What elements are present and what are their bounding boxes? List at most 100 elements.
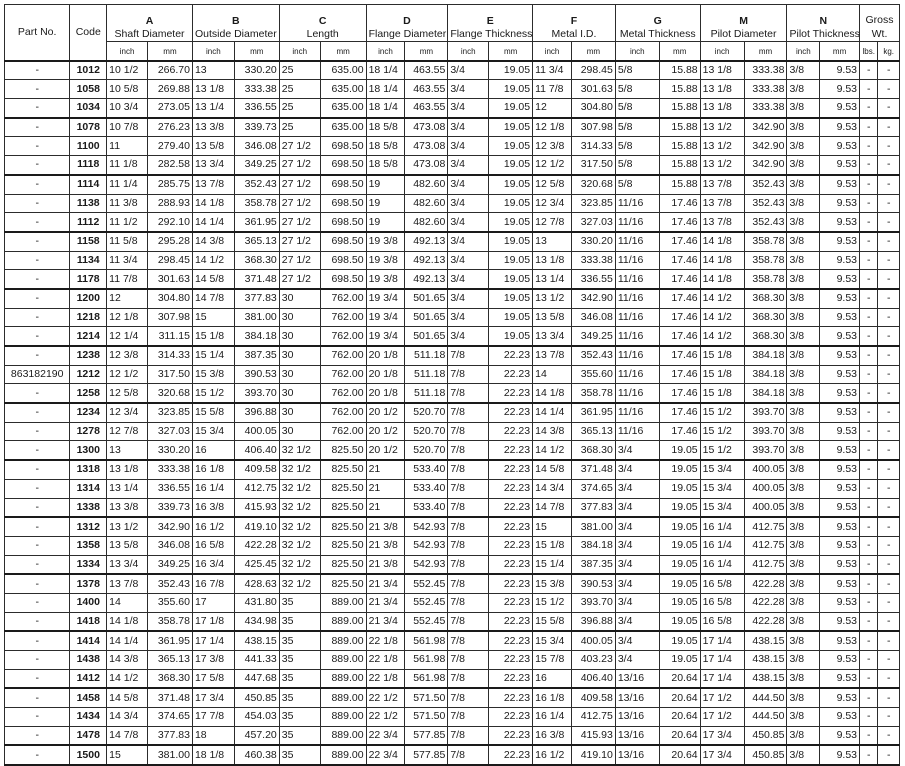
mm-cell: 377.83 bbox=[570, 497, 616, 518]
inch-cell: 15 1/2 bbox=[699, 402, 745, 423]
inch-cell: 17 3/4 bbox=[699, 725, 745, 746]
unit-label: inch bbox=[532, 40, 572, 62]
inch-cell: 3/4 bbox=[447, 269, 490, 290]
weight-cell: - bbox=[859, 650, 879, 670]
inch-cell: 13 7/8 bbox=[106, 573, 148, 594]
inch-cell: 13 1/8 bbox=[106, 459, 148, 480]
inch-cell: 15 3/4 bbox=[191, 421, 235, 442]
inch-cell: 14 1/2 bbox=[699, 307, 745, 328]
inch-cell: 19 3/8 bbox=[365, 250, 406, 271]
mm-cell: 9.53 bbox=[819, 459, 861, 480]
spec-table-container: Part No. Code A Shaft Diameter B Outside D… bbox=[3, 3, 900, 766]
inch-cell: 13/16 bbox=[614, 707, 660, 727]
table-row: -1334 13 3/4 349.25 16 3/4 425.45 32 1/2 825.5… bbox=[3, 554, 900, 575]
mm-cell: 298.45 bbox=[147, 250, 193, 271]
header-part-no: Part No. bbox=[3, 3, 71, 62]
inch-cell: 16 5/8 bbox=[699, 573, 745, 594]
header-gross-weight: Gross Wt. bbox=[859, 4, 900, 42]
mm-cell: 825.50 bbox=[319, 516, 367, 537]
weight-cell: - bbox=[859, 535, 879, 556]
weight-cell: - bbox=[877, 535, 900, 556]
inch-cell: 3/8 bbox=[786, 650, 821, 670]
table-row: -1134 11 3/4 298.45 14 1/2 368.30 27 1/2 698.5… bbox=[3, 250, 900, 271]
mm-cell: 352.43 bbox=[233, 173, 280, 195]
inch-cell: 3/8 bbox=[786, 630, 821, 652]
inch-cell: 13 1/4 bbox=[191, 98, 235, 119]
mm-cell: 444.50 bbox=[743, 687, 788, 709]
mm-cell: 571.50 bbox=[404, 687, 449, 709]
part-no-cell: - bbox=[3, 421, 71, 442]
mm-cell: 409.58 bbox=[233, 459, 280, 480]
mm-cell: 473.08 bbox=[404, 116, 449, 138]
inch-cell: 13 5/8 bbox=[106, 535, 148, 556]
inch-cell: 17 5/8 bbox=[191, 668, 235, 689]
part-no-cell: - bbox=[3, 535, 71, 556]
mm-cell: 17.46 bbox=[658, 326, 701, 347]
inch-cell: 3/8 bbox=[786, 592, 821, 613]
inch-cell: 3/4 bbox=[447, 212, 490, 233]
weight-cell: - bbox=[859, 79, 879, 100]
table-row: -1058 10 5/8 269.88 13 1/8 333.38 25 635.00 18 … bbox=[3, 79, 900, 100]
code-cell: 1012 bbox=[69, 59, 108, 81]
mm-cell: 406.40 bbox=[233, 440, 280, 461]
mm-cell: 311.15 bbox=[147, 326, 193, 347]
mm-cell: 20.64 bbox=[658, 707, 701, 727]
inch-cell: 3/4 bbox=[447, 230, 490, 252]
inch-cell: 3/4 bbox=[614, 611, 660, 632]
mm-cell: 571.50 bbox=[404, 707, 449, 727]
inch-cell: 3/4 bbox=[614, 535, 660, 556]
mm-cell: 358.78 bbox=[743, 230, 788, 252]
mm-cell: 19.05 bbox=[488, 136, 534, 157]
mm-cell: 698.50 bbox=[319, 136, 367, 157]
inch-cell: 14 5/8 bbox=[106, 687, 148, 709]
inch-cell: 15 1/2 bbox=[699, 440, 745, 461]
inch-cell: 13 1/8 bbox=[699, 59, 745, 81]
mm-cell: 381.00 bbox=[233, 307, 280, 328]
weight-cell: - bbox=[877, 98, 900, 119]
part-no-cell: - bbox=[3, 611, 71, 632]
weight-cell: - bbox=[877, 497, 900, 518]
inch-cell: 16 3/4 bbox=[191, 554, 235, 575]
inch-cell: 3/8 bbox=[786, 744, 821, 766]
table-row: 863182190 1212 12 1/2 317.50 15 3/8 390.53 30 7… bbox=[3, 364, 900, 385]
inch-cell: 11/16 bbox=[614, 364, 660, 385]
inch-cell: 17 bbox=[191, 592, 235, 613]
mm-cell: 412.75 bbox=[743, 535, 788, 556]
inch-cell: 35 bbox=[278, 687, 321, 709]
mm-cell: 22.23 bbox=[488, 650, 534, 670]
inch-cell: 3/4 bbox=[614, 440, 660, 461]
inch-cell: 15 3/8 bbox=[191, 364, 235, 385]
mm-cell: 552.45 bbox=[404, 611, 449, 632]
mm-cell: 762.00 bbox=[319, 287, 367, 309]
mm-cell: 393.70 bbox=[743, 440, 788, 461]
mm-cell: 19.05 bbox=[488, 250, 534, 271]
mm-cell: 9.53 bbox=[819, 707, 861, 727]
mm-cell: 19.05 bbox=[488, 98, 534, 119]
table-row: -1458 14 5/8 371.48 17 3/4 450.85 35 889.00 22 … bbox=[3, 687, 900, 709]
table-row: -1278 12 7/8 327.03 15 3/4 400.05 30 762.00 20 … bbox=[3, 421, 900, 442]
weight-cell: - bbox=[877, 136, 900, 157]
inch-cell: 14 1/4 bbox=[191, 212, 235, 233]
mm-cell: 400.05 bbox=[570, 630, 616, 652]
mm-cell: 342.90 bbox=[147, 516, 193, 537]
inch-cell: 13 bbox=[106, 440, 148, 461]
header-pilot-thickness: N Pilot Thickness bbox=[786, 4, 861, 42]
weight-cell: - bbox=[859, 725, 879, 746]
mm-cell: 412.75 bbox=[233, 478, 280, 499]
table-row: -1158 11 5/8 295.28 14 3/8 365.13 27 1/2 698.5… bbox=[3, 230, 900, 252]
inch-cell: 14 3/8 bbox=[106, 650, 148, 670]
mm-cell: 19.05 bbox=[658, 478, 701, 499]
inch-cell: 21 bbox=[365, 459, 406, 480]
part-no-cell: - bbox=[3, 630, 71, 652]
code-cell: 1400 bbox=[69, 592, 108, 613]
row-group: -1500 15 381.00 18 1/8 460.38 35 889.00 22 3/4 5… bbox=[3, 744, 900, 766]
inch-cell: 20 1/2 bbox=[365, 440, 406, 461]
inch-cell: 13 1/2 bbox=[532, 287, 572, 309]
inch-cell: 15 bbox=[106, 744, 148, 766]
mm-cell: 22.23 bbox=[488, 668, 534, 689]
mm-cell: 330.20 bbox=[233, 59, 280, 81]
row-group: -1114 11 1/4 285.75 13 7/8 352.43 27 1/2 698.5… bbox=[3, 173, 900, 233]
inch-cell: 3/8 bbox=[786, 307, 821, 328]
inch-cell: 11/16 bbox=[614, 230, 660, 252]
inch-cell: 22 3/4 bbox=[365, 744, 406, 766]
